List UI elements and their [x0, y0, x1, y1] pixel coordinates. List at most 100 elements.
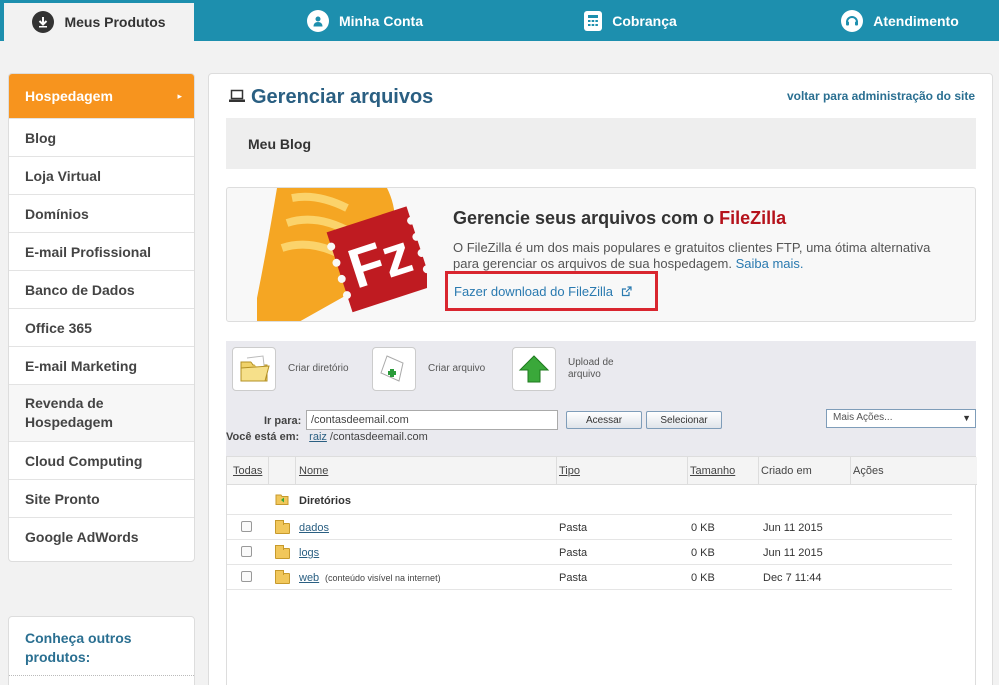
tab-label: Atendimento: [873, 12, 959, 29]
upload-arrow-icon: [512, 347, 556, 391]
tab-minha-conta[interactable]: Minha Conta: [300, 0, 430, 41]
tab-label: Meus Produtos: [64, 14, 166, 30]
upload-file-button[interactable]: Upload de arquivo: [512, 347, 638, 391]
table-row[interactable]: logs Pasta 0 KB Jun 11 2015: [227, 540, 952, 565]
section-label: Diretórios: [299, 495, 351, 507]
promo-heading-prefix: Gerencie seus arquivos com o: [453, 208, 715, 228]
sidebar-item-label: Revenda de Hospedagem: [25, 395, 113, 430]
access-button[interactable]: Acessar: [566, 411, 642, 429]
row-checkbox[interactable]: [241, 571, 252, 582]
column-divider: [268, 457, 269, 485]
location-label: Você está em:: [226, 431, 300, 443]
sidebar-item-email-profissional[interactable]: E-mail Profissional: [9, 233, 194, 271]
site-name-bar: Meu Blog: [226, 118, 976, 169]
promo-heading: Gerencie seus arquivos com o FileZilla: [453, 208, 786, 229]
column-name-header[interactable]: Nome: [299, 465, 328, 477]
sidebar-item-revenda[interactable]: Revenda de Hospedagem: [9, 385, 194, 442]
column-actions-header: Ações: [853, 465, 884, 477]
sidebar-item-dominios[interactable]: Domínios: [9, 195, 194, 233]
download-icon: [32, 11, 55, 33]
select-all-link[interactable]: Todas: [233, 465, 262, 477]
row-checkbox[interactable]: [241, 546, 252, 557]
row-size: 0 KB: [691, 547, 715, 559]
create-file-button[interactable]: Criar arquivo: [372, 347, 498, 391]
row-name-link[interactable]: web: [299, 572, 319, 584]
column-divider: [758, 457, 759, 485]
path-input[interactable]: [306, 410, 558, 430]
user-icon: [307, 9, 329, 32]
table-header: Todas Nome Tipo Tamanho Criado em Ações: [227, 457, 977, 485]
promo-heading-brand: FileZilla: [719, 208, 787, 228]
row-checkbox[interactable]: [241, 521, 252, 532]
sidebar-item-label: Banco de Dados: [25, 281, 135, 298]
row-name-link[interactable]: logs: [299, 547, 319, 559]
folder-icon: [275, 520, 290, 534]
folder-open-icon: [275, 493, 289, 508]
column-divider: [295, 457, 296, 485]
sidebar-item-label: Loja Virtual: [25, 167, 101, 184]
create-file-label: Criar arquivo: [428, 363, 486, 374]
dropdown-arrow-icon: ▼: [962, 413, 971, 423]
column-size-header[interactable]: Tamanho: [690, 465, 735, 477]
back-to-site-admin-link[interactable]: voltar para administração do site: [787, 89, 975, 103]
promo-description-text: O FileZilla é um dos mais populares e gr…: [453, 240, 931, 271]
site-name: Meu Blog: [248, 136, 311, 152]
download-filezilla-label: Fazer download do FileZilla: [454, 284, 613, 299]
current-location: Você está em: raiz/contasdeemail.com: [226, 431, 428, 443]
caret-right-icon: ▸: [177, 90, 182, 101]
sidebar-item-site-pronto[interactable]: Site Pronto: [9, 480, 194, 518]
sidebar-item-email-marketing[interactable]: E-mail Marketing: [9, 347, 194, 385]
sidebar-item-blog[interactable]: Blog: [9, 119, 194, 157]
column-divider: [556, 457, 557, 485]
new-folder-icon: [232, 347, 276, 391]
laptop-icon: [229, 86, 245, 109]
sidebar-item-hospedagem[interactable]: Hospedagem ▸: [9, 74, 194, 119]
create-directory-label: Criar diretório: [288, 363, 349, 374]
row-type: Pasta: [559, 522, 588, 534]
tab-label: Minha Conta: [339, 12, 423, 29]
sidebar-item-label: E-mail Profissional: [25, 243, 152, 260]
row-name-link[interactable]: dados: [299, 522, 329, 534]
page-title-text: Gerenciar arquivos: [251, 86, 434, 108]
sidebar-item-office-365[interactable]: Office 365: [9, 309, 194, 347]
sidebar-item-banco-de-dados[interactable]: Banco de Dados: [9, 271, 194, 309]
row-created: Jun 11 2015: [763, 547, 823, 559]
download-filezilla-link[interactable]: Fazer download do FileZilla: [445, 271, 658, 311]
row-note: (conteúdo visível na internet): [325, 573, 441, 583]
select-button[interactable]: Selecionar: [646, 411, 722, 429]
tab-cobranca[interactable]: Cobrança: [573, 0, 688, 41]
row-created: Jun 11 2015: [763, 522, 823, 534]
sidebar-item-google-adwords[interactable]: Google AdWords: [9, 518, 194, 556]
learn-more-link[interactable]: Saiba mais.: [736, 256, 804, 271]
table-row[interactable]: web (conteúdo visível na internet) Pasta…: [227, 565, 952, 590]
table-row[interactable]: dados Pasta 0 KB Jun 11 2015: [227, 515, 952, 540]
sidebar-item-label: Blog: [25, 129, 57, 146]
main-panel: Gerenciar arquivos voltar para administr…: [208, 73, 993, 685]
filezilla-promo: Fz Gerencie seus arquivos com o FileZill…: [226, 187, 976, 322]
sidebar-item-cloud-computing[interactable]: Cloud Computing: [9, 442, 194, 480]
sidebar-item-label: Hospedagem: [25, 88, 113, 104]
go-to-label: Ir para:: [264, 415, 302, 427]
upload-file-label: Upload de arquivo: [568, 357, 614, 380]
tab-meus-produtos[interactable]: Meus Produtos: [4, 3, 194, 41]
support-icon: [841, 9, 864, 32]
file-table: Todas Nome Tipo Tamanho Criado em Ações …: [226, 456, 977, 685]
more-actions-value: Mais Ações...: [833, 412, 893, 423]
sidebar-item-label: Site Pronto: [25, 490, 100, 507]
column-divider: [850, 457, 851, 485]
folder-icon: [275, 545, 290, 559]
row-size: 0 KB: [691, 572, 715, 584]
location-path: /contasdeemail.com: [329, 431, 428, 443]
create-directory-button[interactable]: Criar diretório: [232, 347, 358, 391]
column-type-header[interactable]: Tipo: [559, 465, 580, 477]
filezilla-logo: Fz: [257, 188, 427, 321]
sidebar-item-loja-virtual[interactable]: Loja Virtual: [9, 157, 194, 195]
sidebar-item-label: Google AdWords: [25, 529, 139, 545]
tab-label: Cobrança: [612, 12, 677, 29]
tab-atendimento[interactable]: Atendimento: [830, 0, 970, 41]
new-file-icon: [372, 347, 416, 391]
root-link[interactable]: raiz: [309, 431, 327, 443]
divider: [9, 675, 194, 676]
more-actions-select[interactable]: Mais Ações... ▼: [826, 409, 976, 428]
row-type: Pasta: [559, 572, 588, 584]
